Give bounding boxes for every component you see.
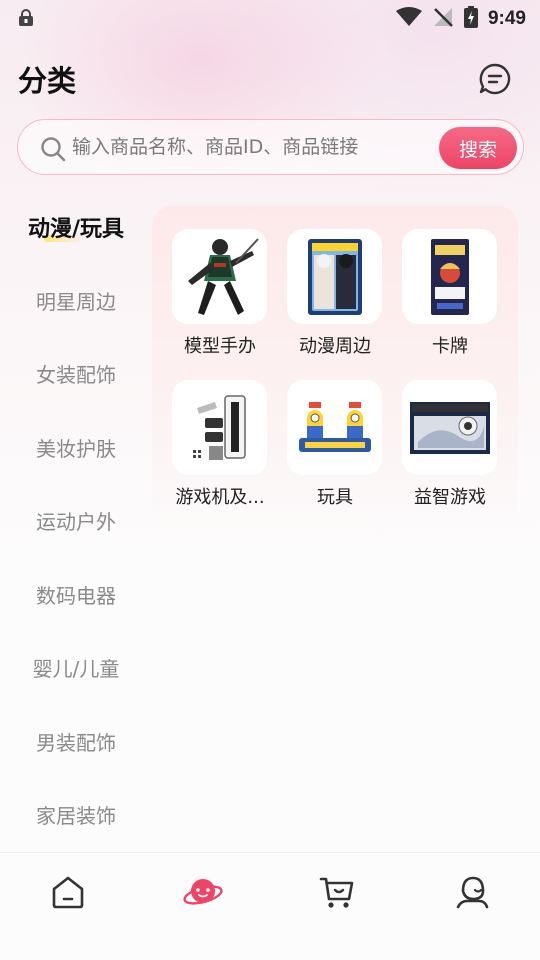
sidebar-item-label: 数码电器 xyxy=(36,583,116,608)
message-button[interactable] xyxy=(478,62,512,96)
subcategory-label: 益智游戏 xyxy=(414,487,486,508)
sidebar-item-label: 运动户外 xyxy=(36,510,116,535)
search-bar: 搜索 xyxy=(17,119,524,175)
user-icon xyxy=(456,876,489,909)
console-stand-image xyxy=(172,380,267,475)
subcategory-puzzle-games[interactable]: 益智游戏 xyxy=(402,380,498,509)
sidebar-item-label: 婴儿/儿童 xyxy=(32,657,120,682)
chat-bubble-icon xyxy=(479,63,511,95)
sidebar-item-home-decor[interactable]: 家居装饰 xyxy=(0,778,152,852)
nav-cart[interactable] xyxy=(318,873,358,913)
subcategory-figures[interactable]: 模型手办 xyxy=(172,229,268,358)
home-icon xyxy=(52,876,84,909)
sidebar-item-womens-accessories[interactable]: 女装配饰 xyxy=(0,337,152,411)
search-input[interactable] xyxy=(72,129,432,165)
subcategory-anime-merch[interactable]: 动漫周边 xyxy=(287,229,383,358)
subcategory-label: 动漫周边 xyxy=(299,336,371,357)
sidebar-item-label: 男装配饰 xyxy=(36,730,116,755)
toy-image xyxy=(287,380,382,475)
subcategory-label: 玩具 xyxy=(317,487,353,508)
category-sidebar: 动漫/玩具 明星周边 女装配饰 美妆护肤 运动户外 数码电器 婴儿/儿童 男装配… xyxy=(0,190,152,852)
sidebar-item-label: 明星周边 xyxy=(36,289,116,314)
subcategory-label: 游戏机及... xyxy=(175,487,265,508)
subcategory-cards[interactable]: 卡牌 xyxy=(402,229,498,358)
sidebar-item-label: 动漫/玩具 xyxy=(27,216,125,242)
battery-icon xyxy=(463,6,478,32)
subcategory-toys[interactable]: 玩具 xyxy=(287,380,383,509)
sidebar-item-digital-appliances[interactable]: 数码电器 xyxy=(0,558,152,632)
search-button[interactable]: 搜索 xyxy=(439,127,517,169)
figure-image xyxy=(172,229,267,324)
lock-icon xyxy=(18,9,34,31)
status-time: 9:49 xyxy=(487,8,526,29)
status-bar: 9:49 xyxy=(0,0,540,36)
sidebar-item-celebrity-merch[interactable]: 明星周边 xyxy=(0,264,152,338)
subcategory-label: 卡牌 xyxy=(432,336,468,357)
nav-profile[interactable] xyxy=(453,873,493,913)
bottom-nav xyxy=(0,852,540,960)
no-signal-icon xyxy=(432,6,454,32)
sidebar-item-sports-outdoor[interactable]: 运动户外 xyxy=(0,484,152,558)
page-title: 分类 xyxy=(18,64,77,98)
subcategory-label: 模型手办 xyxy=(184,336,256,357)
nav-home[interactable] xyxy=(49,873,89,913)
sidebar-item-anime-toys[interactable]: 动漫/玩具 xyxy=(0,190,152,264)
sidebar-item-label: 美妆护肤 xyxy=(36,436,116,461)
wifi-icon xyxy=(395,7,422,31)
card-pack-image xyxy=(402,229,497,324)
nav-category[interactable] xyxy=(183,873,223,913)
search-icon xyxy=(40,136,66,166)
sidebar-item-label: 女装配饰 xyxy=(36,363,116,388)
sidebar-item-beauty-skincare[interactable]: 美妆护肤 xyxy=(0,411,152,485)
anime-merch-image xyxy=(287,229,382,324)
planet-icon xyxy=(183,879,223,905)
sidebar-item-label: 家居装饰 xyxy=(36,804,116,829)
sidebar-item-baby-kids[interactable]: 婴儿/儿童 xyxy=(0,631,152,705)
sidebar-item-mens-accessories[interactable]: 男装配饰 xyxy=(0,705,152,779)
puzzle-image xyxy=(402,380,497,475)
cart-icon xyxy=(319,877,354,908)
subcategory-game-consoles[interactable]: 游戏机及... xyxy=(172,380,268,509)
